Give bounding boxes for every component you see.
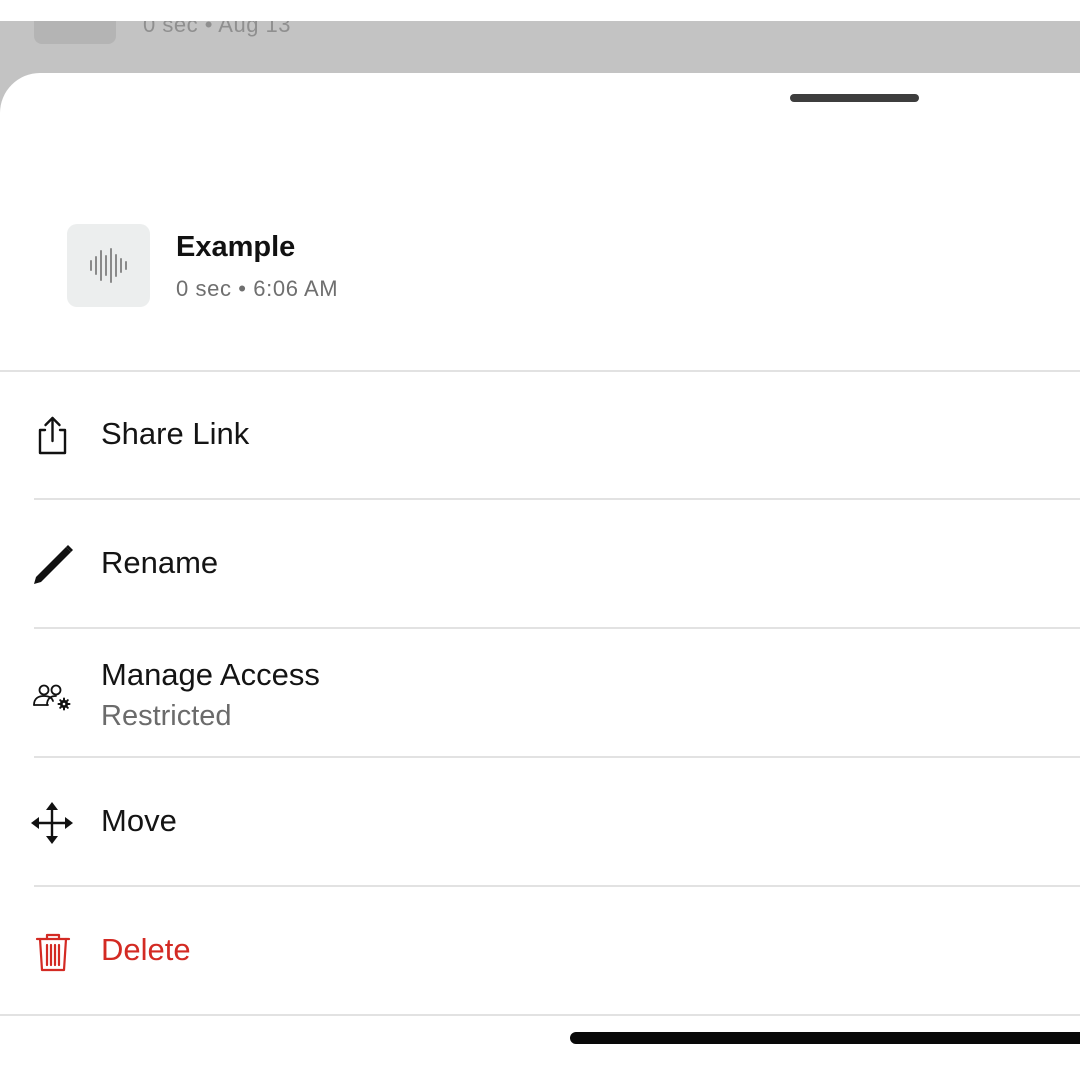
background-item-thumbnail <box>34 21 116 44</box>
file-meta: 0 sec • 6:06 AM <box>176 276 339 301</box>
row-divider <box>34 627 1080 629</box>
share-icon <box>30 413 76 459</box>
menu-item-manage-access[interactable]: Manage Access Restricted <box>0 630 1080 758</box>
status-area <box>0 0 1080 21</box>
row-divider <box>34 885 1080 887</box>
trash-icon <box>30 929 76 975</box>
sheet-grabber[interactable] <box>790 94 919 102</box>
menu-item-label: Delete <box>101 932 191 967</box>
background-item-meta: 0 sec • Aug 13 <box>143 21 292 37</box>
menu-item-move[interactable]: Move <box>0 759 1080 887</box>
action-sheet: Example 0 sec • 6:06 AM Share Link Renam… <box>0 73 1080 1080</box>
home-indicator <box>570 1032 1080 1044</box>
waveform-icon <box>67 224 150 307</box>
menu-item-label: Rename <box>101 545 219 580</box>
row-divider <box>34 498 1080 500</box>
move-arrows-icon <box>30 800 76 846</box>
access-status-label: Restricted <box>101 700 232 732</box>
menu-item-rename[interactable]: Rename <box>0 501 1080 629</box>
pencil-icon <box>30 542 76 588</box>
menu-item-share-link[interactable]: Share Link <box>0 372 1080 500</box>
menu-item-delete[interactable]: Delete <box>0 888 1080 1016</box>
menu-item-label: Share Link <box>101 416 250 451</box>
people-settings-icon <box>30 675 76 721</box>
menu-item-label: Move <box>101 803 177 838</box>
file-title: Example <box>176 231 296 263</box>
menu-item-label: Manage Access <box>101 657 320 692</box>
row-divider <box>34 756 1080 758</box>
row-divider <box>0 1014 1080 1016</box>
